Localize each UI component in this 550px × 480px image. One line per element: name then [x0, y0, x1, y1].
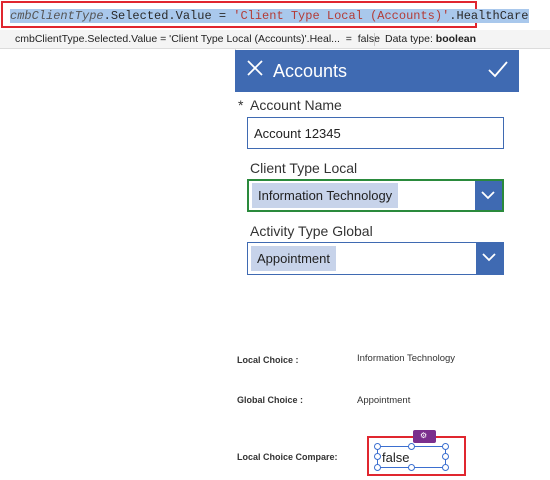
chevron-down-icon: [481, 191, 495, 200]
formula-input[interactable]: cmbClientType.Selected.Value = 'Client T…: [1, 1, 529, 28]
result-divider: [374, 33, 375, 46]
formula-text: cmbClientType.Selected.Value = 'Client T…: [10, 8, 529, 24]
activity-type-combobox[interactable]: Appointment: [247, 242, 504, 275]
resize-handle[interactable]: [374, 464, 381, 471]
resize-handle[interactable]: [442, 443, 449, 450]
activity-type-selected-value: Appointment: [251, 246, 336, 271]
compare-label: Local Choice Compare:: [237, 452, 338, 462]
result-expression-text: cmbClientType.Selected.Value = 'Client T…: [15, 33, 340, 45]
activity-type-dropdown-button[interactable]: [476, 243, 503, 274]
resize-handle[interactable]: [408, 464, 415, 471]
result-value: false: [357, 33, 380, 45]
formula-member: .HealthCare: [449, 9, 529, 23]
data-type-value: boolean: [435, 33, 477, 45]
required-marker: *: [238, 97, 244, 113]
account-name-value: Account 12345: [254, 126, 341, 141]
formula-selected-value: .Selected.Value =: [103, 9, 234, 23]
activity-type-label: Activity Type Global: [250, 223, 373, 239]
chevron-down-icon: [482, 253, 496, 262]
app-header: Accounts: [235, 50, 519, 92]
result-equals: =: [345, 33, 352, 45]
resize-handle[interactable]: [442, 453, 449, 460]
component-badge-icon: ⚙: [420, 431, 428, 440]
global-choice-label: Global Choice :: [237, 395, 304, 405]
client-type-dropdown-button[interactable]: [475, 181, 502, 210]
global-choice-value: Appointment: [357, 395, 411, 406]
formula-string-literal: 'Client Type Local (Accounts)': [233, 9, 450, 23]
client-type-label: Client Type Local: [250, 160, 358, 176]
local-choice-value: Information Technology: [357, 353, 456, 364]
account-name-label: Account Name: [250, 97, 342, 113]
result-data-type: Data type: boolean: [385, 30, 476, 48]
component-badge[interactable]: ⚙: [413, 430, 436, 443]
formula-bar: cmbClientType.Selected.Value = 'Client T…: [0, 0, 550, 30]
resize-handle[interactable]: [374, 443, 381, 450]
compare-value: false: [382, 450, 410, 465]
local-choice-label: Local Choice :: [237, 355, 299, 365]
checkmark-icon[interactable]: [487, 59, 509, 79]
formula-result-strip: cmbClientType.Selected.Value = 'Client T…: [0, 30, 550, 49]
close-icon[interactable]: [246, 59, 264, 77]
result-expression: cmbClientType.Selected.Value = 'Client T…: [15, 30, 380, 48]
client-type-combobox[interactable]: Information Technology: [247, 179, 504, 212]
resize-handle[interactable]: [374, 453, 381, 460]
account-name-field[interactable]: Account 12345: [247, 117, 504, 149]
data-type-label: Data type:: [385, 33, 433, 45]
resize-handle[interactable]: [408, 443, 415, 450]
resize-handle[interactable]: [442, 464, 449, 471]
formula-control-name: cmbClientType: [10, 9, 104, 23]
page-title: Accounts: [273, 61, 348, 81]
client-type-selected-value: Information Technology: [252, 183, 399, 208]
